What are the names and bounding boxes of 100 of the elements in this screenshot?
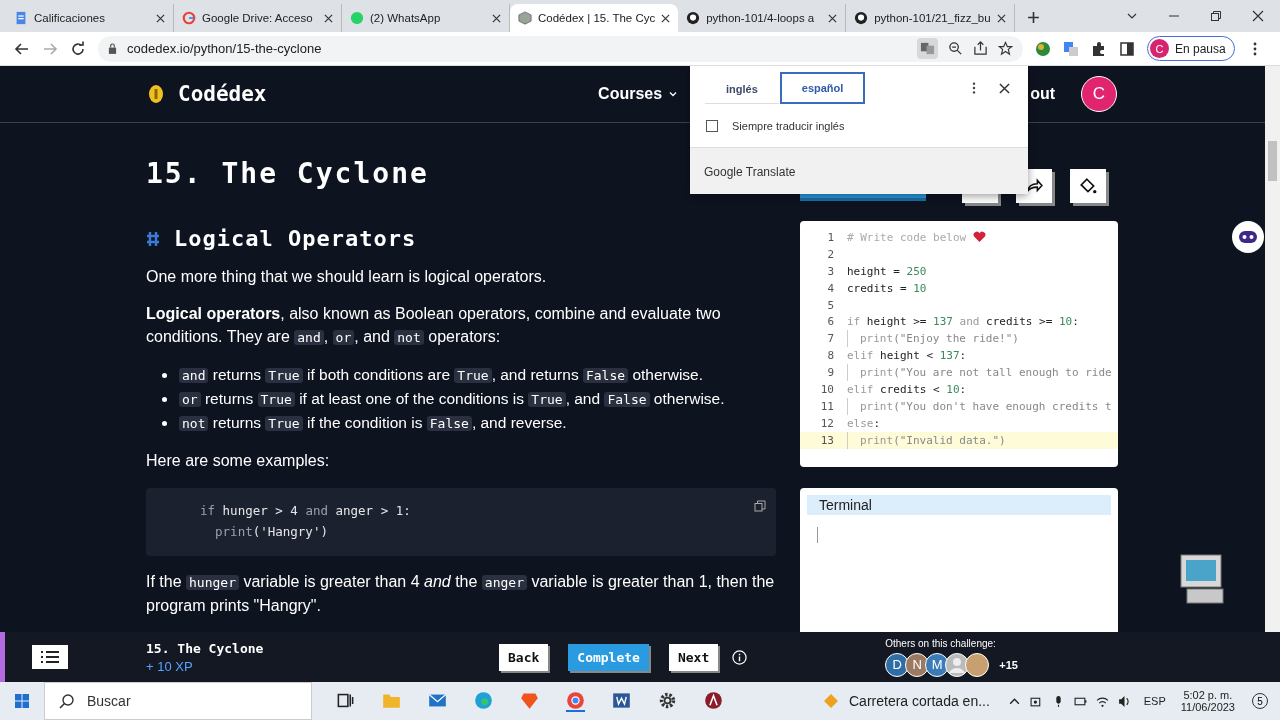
wifi-icon[interactable] [1095,694,1109,708]
search-field[interactable]: Buscar [44,682,312,720]
close-icon[interactable] [156,13,165,23]
user-silhouette-icon [945,652,970,677]
photo-placeholder [965,652,990,677]
terminal-panel[interactable]: Terminal [800,488,1118,632]
line-number: 6 [826,315,835,329]
more-count: +15 [999,658,1018,671]
app-circle-icon[interactable] [704,690,723,710]
close-icon[interactable] [999,82,1010,94]
back-arrow-icon[interactable] [14,40,30,57]
checkbox-label: Siempre traducir inglés [732,120,845,132]
gear-icon[interactable] [658,690,677,710]
line-number: 1 [826,230,835,244]
site-logo[interactable]: Codédex [178,82,267,106]
restore-icon[interactable] [1210,10,1222,22]
paragraph: If the hunger variable is greater than 4 and the anger variable is greater than 1, then the program prints "Hangry". [146,572,776,616]
lesson-title: 15. The Cyclone [146,157,429,190]
lesson-title: 15. The Cyclone [146,640,265,656]
language-indicator[interactable]: ESP [1143,695,1166,707]
code-line: height = 250 [847,264,927,278]
close-icon[interactable] [996,13,1006,23]
nav-link[interactable]: Courses [598,85,679,103]
zoom-icon[interactable] [948,41,963,56]
globe-icon[interactable] [1035,40,1051,57]
bullet-item: or returns True if at least one of the conditions is True , and False otherwise. [179,387,725,411]
tab-title: Google Drive: Acceso [202,12,314,24]
side-panel-icon[interactable] [1119,40,1135,57]
terminal-title: Terminal [807,495,1111,515]
section-heading: Logical Operators [174,226,417,251]
code-line: print("You are not tall enough to ride [860,366,1112,380]
checkbox[interactable] [706,120,718,132]
nav-link[interactable]: out [1030,85,1055,103]
tab-title: python-101/4-loops a [706,12,816,24]
translate-icon[interactable] [917,38,938,59]
code-line: print("Invalid data.") [860,433,1006,447]
address-bar[interactable]: codedex.io/python/15-the-cyclone [98,35,1023,62]
news-text[interactable]: Carretera cortada en... [849,693,990,709]
code-line: elif height < 137: [847,349,967,363]
line-number: 9 [826,366,835,380]
bullet-icon [162,420,167,426]
tab-title: Calificaciones [34,12,106,24]
tab-title: python-101/21_fizz_bu [874,12,991,24]
bullet-item: not returns True if the condition is False , and reverse. [179,411,567,435]
tab-title: Codédex | 15. The Cyc [538,12,656,24]
search-icon [59,693,75,709]
tab-title: (2) WhatsApp [370,12,442,24]
info-icon[interactable] [732,649,748,665]
code-line: if hunger > 4 and anger > 1: [200,503,411,518]
speaker-icon[interactable] [1117,694,1131,708]
code-editor[interactable] [800,221,1118,467]
nav-button[interactable]: Next [668,643,719,671]
caret-icon [668,89,679,99]
code-line: print("You don't have enough credits t [860,399,1112,413]
new-tab-icon[interactable] [1026,11,1040,24]
translate-icon[interactable] [1063,40,1079,57]
line-number: 5 [826,298,835,312]
language-tab[interactable]: inglés [704,72,780,104]
browser-tab[interactable]: Codédex | 15. The Cyc [510,4,679,32]
close-icon[interactable] [661,13,671,23]
code-line: else: [847,416,881,430]
paragraph: Logical operators, also known as Boolean operators, combine and evaluate two conditions. They are and , or , and not operators: [146,304,722,347]
copy-icon[interactable] [754,500,766,512]
menu-button[interactable] [32,645,68,669]
close-icon[interactable] [492,13,501,23]
share-icon[interactable] [973,41,988,56]
theme-button[interactable] [1070,169,1106,203]
line-number: 3 [826,264,835,278]
nav-button[interactable]: Back [499,643,549,671]
word-document-icon[interactable] [612,690,631,710]
user-avatar[interactable]: C [1081,76,1117,112]
paragraph: One more thing that we should learn is logical operators. [146,267,548,287]
windows-start-icon[interactable] [14,693,30,709]
google-g-icon [182,11,196,25]
more-vertical-icon[interactable] [971,81,977,95]
list-icon [40,650,60,664]
chat-bot-icon[interactable] [1231,220,1265,254]
close-icon[interactable] [324,13,333,23]
line-number: 13 [819,433,835,447]
reload-icon[interactable] [70,40,86,57]
hash-icon [146,230,160,247]
line-number: 4 [826,281,835,295]
profile-status: En pausa [1175,41,1226,56]
close-icon[interactable] [1252,10,1264,22]
bullet-item: and returns True if both conditions are True , and returns False otherwise. [179,363,704,387]
browser-icon[interactable] [566,690,585,712]
close-icon[interactable] [828,13,838,23]
code-line: print('Hangry') [214,524,328,539]
clock[interactable]: 5:02 p. m. 11/06/2023 [1180,689,1235,713]
scrollbar[interactable] [1265,66,1280,632]
line-number: 8 [826,349,835,363]
puzzle-icon[interactable] [1091,40,1107,57]
line-number: 2 [826,247,835,261]
others-label: Others on this challenge: [885,637,997,649]
document-icon [14,11,28,25]
language-tab[interactable]: español [779,72,866,104]
star-icon[interactable] [998,41,1013,56]
url-text: codedex.io/python/15-the-cyclone [127,41,322,56]
code-line: # Write code below [847,230,986,244]
line-number: 12 [819,416,835,430]
